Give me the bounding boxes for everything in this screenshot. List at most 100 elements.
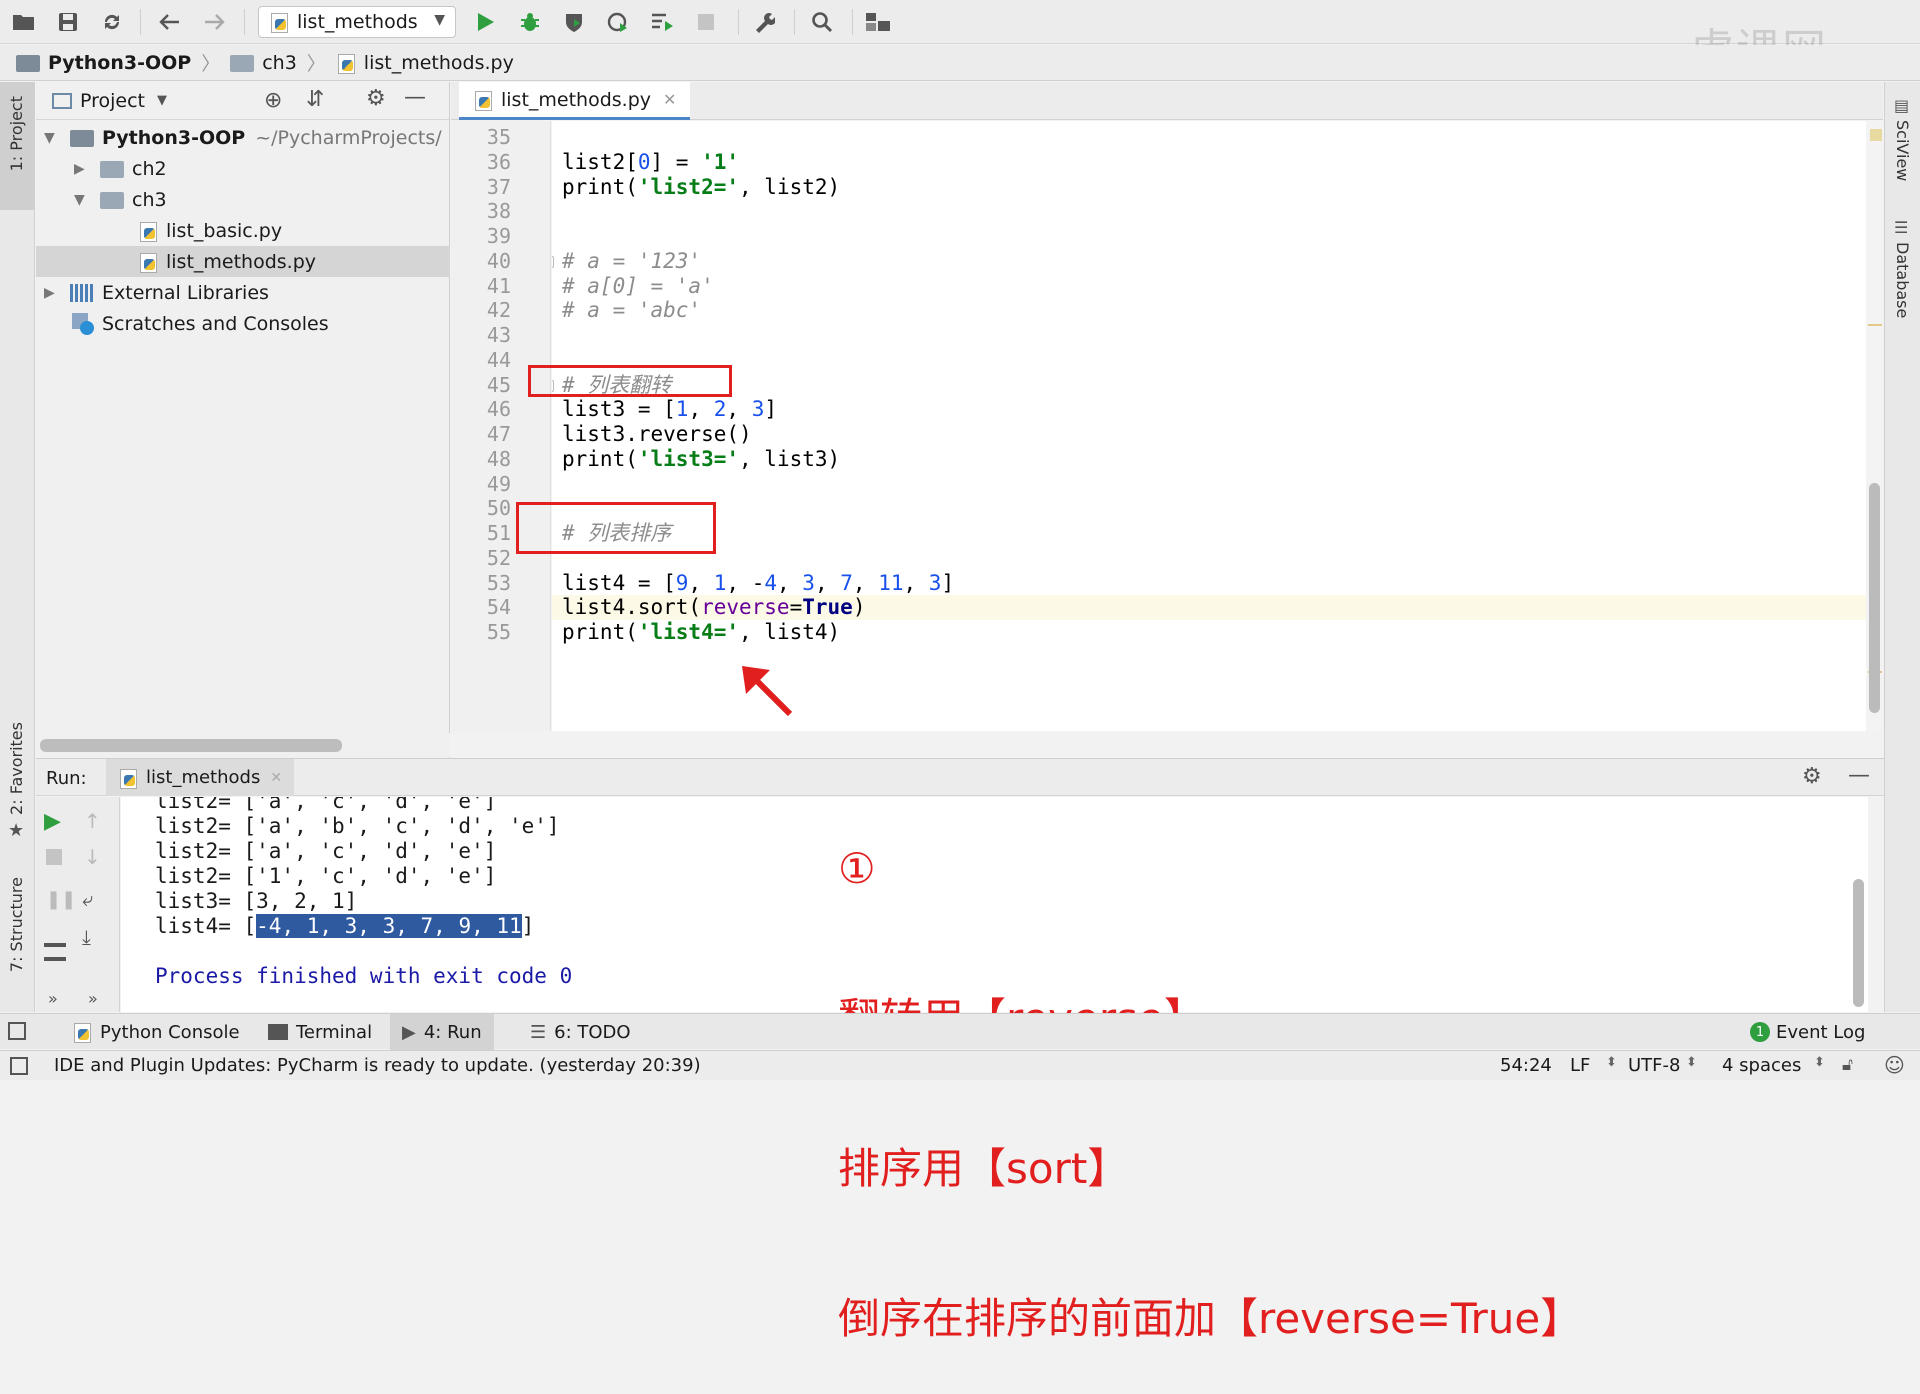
collapse-all-icon[interactable]: ⇵ <box>306 87 324 112</box>
debug-bug-icon[interactable] <box>516 8 544 36</box>
close-icon[interactable]: ✕ <box>270 770 282 786</box>
warning-stripe[interactable] <box>1868 324 1882 326</box>
caret-position[interactable]: 54:24 <box>1500 1055 1552 1076</box>
tab-event-log[interactable]: 1 Event Log <box>1738 1014 1877 1050</box>
code-line[interactable]: print('list4=', list4) <box>562 620 840 645</box>
minimize-icon[interactable]: — <box>1848 763 1870 788</box>
lock-icon[interactable]: 🔓︎ <box>1842 1055 1853 1075</box>
forward-arrow-icon[interactable] <box>200 8 228 36</box>
tree-item-ch2[interactable]: ▶ ch2 <box>36 153 450 184</box>
scrollbar-thumb[interactable] <box>40 739 342 752</box>
chevron-down-icon[interactable]: ▼ <box>157 93 167 108</box>
sciview-tool-tab[interactable]: SciView <box>1893 120 1912 181</box>
open-folder-icon[interactable] <box>10 8 38 36</box>
project-tool-tab[interactable]: 1: Project <box>7 96 26 171</box>
coverage-shield-icon[interactable] <box>560 8 588 36</box>
project-structure-icon[interactable] <box>864 8 892 36</box>
inspector-icon[interactable]: ☺ <box>1884 1053 1905 1077</box>
status-toggle-icon[interactable] <box>10 1057 28 1075</box>
more-icon[interactable]: » <box>88 989 98 1008</box>
tree-item-label: Scratches and Consoles <box>102 312 329 335</box>
tab-label: Python Console <box>100 1021 240 1043</box>
pause-icon[interactable]: ❚❚ <box>46 889 76 910</box>
code-line[interactable]: list3 = [1, 2, 3] <box>562 397 777 422</box>
concurrency-icon[interactable] <box>648 8 676 36</box>
breadcrumb-folder[interactable]: ch3 <box>262 52 297 74</box>
search-icon[interactable] <box>808 8 836 36</box>
status-message[interactable]: IDE and Plugin Updates: PyCharm is ready… <box>54 1055 701 1076</box>
tab-todo[interactable]: ☰ 6: TODO <box>518 1014 643 1050</box>
code-line[interactable]: print('list3=', list3) <box>562 447 840 472</box>
fold-marker[interactable] <box>552 255 554 268</box>
chevron-right-icon[interactable]: ▶ <box>44 285 58 301</box>
code-token: # a = '123' <box>562 248 702 273</box>
line-number: 54 <box>486 595 511 620</box>
layout-icon[interactable] <box>44 943 66 961</box>
code-token: 7 <box>840 570 853 595</box>
editor-vertical-scrollbar[interactable] <box>1866 121 1883 731</box>
rerun-icon[interactable]: ▶ <box>44 809 61 834</box>
code-line[interactable]: # a = '123' <box>562 249 701 274</box>
tree-item-list-basic[interactable]: list_basic.py <box>36 215 450 246</box>
code-line[interactable]: list2[0] = '1' <box>562 150 739 175</box>
tab-run[interactable]: ▶ 4: Run <box>390 1014 494 1050</box>
chevron-down-icon[interactable]: ▼ <box>44 130 58 146</box>
back-arrow-icon[interactable] <box>156 8 184 36</box>
chevron-down-icon[interactable]: ▼ <box>74 192 88 208</box>
favorites-tool-tab[interactable]: 2: Favorites <box>7 722 26 815</box>
line-separator[interactable]: LF <box>1570 1055 1590 1076</box>
console-scrollbar-thumb[interactable] <box>1853 879 1864 1007</box>
tree-item-scratches[interactable]: Scratches and Consoles <box>36 308 450 339</box>
console-selected-text[interactable]: -4, 1, 3, 3, 7, 9, 11 <box>256 914 522 938</box>
database-tool-tab[interactable]: Database <box>1893 242 1912 318</box>
tree-item-list-methods[interactable]: list_methods.py <box>36 246 450 277</box>
more-icon[interactable]: » <box>48 989 58 1008</box>
run-configuration-select[interactable]: list_methods ▼ <box>258 6 456 38</box>
chevron-right-icon[interactable]: ▶ <box>74 161 88 177</box>
project-horizontal-scrollbar[interactable] <box>36 733 450 757</box>
code-line[interactable]: list3.reverse() <box>562 422 752 447</box>
gear-icon[interactable]: ⚙ <box>1802 764 1822 789</box>
breadcrumb-project[interactable]: Python3-OOP <box>48 52 191 74</box>
breadcrumb-file[interactable]: list_methods.py <box>364 52 514 74</box>
sync-icon[interactable] <box>98 8 126 36</box>
toggle-tool-windows-icon[interactable] <box>8 1022 26 1040</box>
code-line[interactable]: # a[0] = 'a' <box>562 274 714 299</box>
stop-icon[interactable] <box>46 849 62 865</box>
soft-wrap-icon[interactable]: ⤶ <box>82 887 93 911</box>
arrow-up-icon[interactable]: ↑ <box>84 809 101 833</box>
tree-item-external-libraries[interactable]: ▶ External Libraries <box>36 277 450 308</box>
tree-item-ch3[interactable]: ▼ ch3 <box>36 184 450 215</box>
save-icon[interactable] <box>54 8 82 36</box>
code-line[interactable]: print('list2=', list2) <box>562 175 840 200</box>
console-line: list4= [-4, 1, 3, 3, 7, 9, 11] <box>155 914 534 939</box>
scroll-to-end-icon[interactable]: ⤓ <box>82 925 91 949</box>
scrollbar-thumb[interactable] <box>1869 483 1880 713</box>
wrench-settings-icon[interactable] <box>750 8 778 36</box>
tab-terminal[interactable]: Terminal <box>256 1014 384 1050</box>
profile-icon[interactable] <box>604 8 632 36</box>
tree-item-project-root[interactable]: ▼ Python3-OOP ~/PycharmProjects/ <box>36 122 450 153</box>
run-icon[interactable] <box>472 8 500 36</box>
file-encoding[interactable]: UTF-8 <box>1628 1055 1680 1076</box>
tab-python-console[interactable]: Python Console <box>60 1014 252 1050</box>
line-number: 40 <box>486 248 511 273</box>
folder-icon <box>70 130 94 147</box>
chevron-updown-icon: ⬍ <box>1686 1055 1697 1070</box>
arrow-down-icon[interactable]: ↓ <box>84 845 101 869</box>
close-icon[interactable]: ✕ <box>663 90 676 109</box>
project-panel-title[interactable]: Project <box>80 90 145 112</box>
code-editor[interactable]: list2[0] = '1' print('list2=', list2) # a … <box>552 121 1870 731</box>
code-line[interactable]: list4 = [9, 1, -4, 3, 7, 11, 3] <box>562 571 954 596</box>
indent-setting[interactable]: 4 spaces <box>1722 1055 1801 1076</box>
code-line[interactable]: list4.sort(reverse=True) <box>562 595 865 620</box>
code-token: , <box>688 570 714 595</box>
gear-icon[interactable]: ⚙ <box>366 86 386 111</box>
structure-tool-tab[interactable]: 7: Structure <box>7 877 26 972</box>
inspection-marker[interactable] <box>1870 129 1882 141</box>
minimize-icon[interactable]: — <box>404 85 426 110</box>
locate-target-icon[interactable]: ⊕ <box>264 88 282 113</box>
code-line[interactable]: # a = 'abc' <box>562 298 701 323</box>
editor-tab-list-methods[interactable]: list_methods.py ✕ <box>459 82 691 120</box>
run-tab-list-methods[interactable]: list_methods ✕ <box>106 759 295 796</box>
